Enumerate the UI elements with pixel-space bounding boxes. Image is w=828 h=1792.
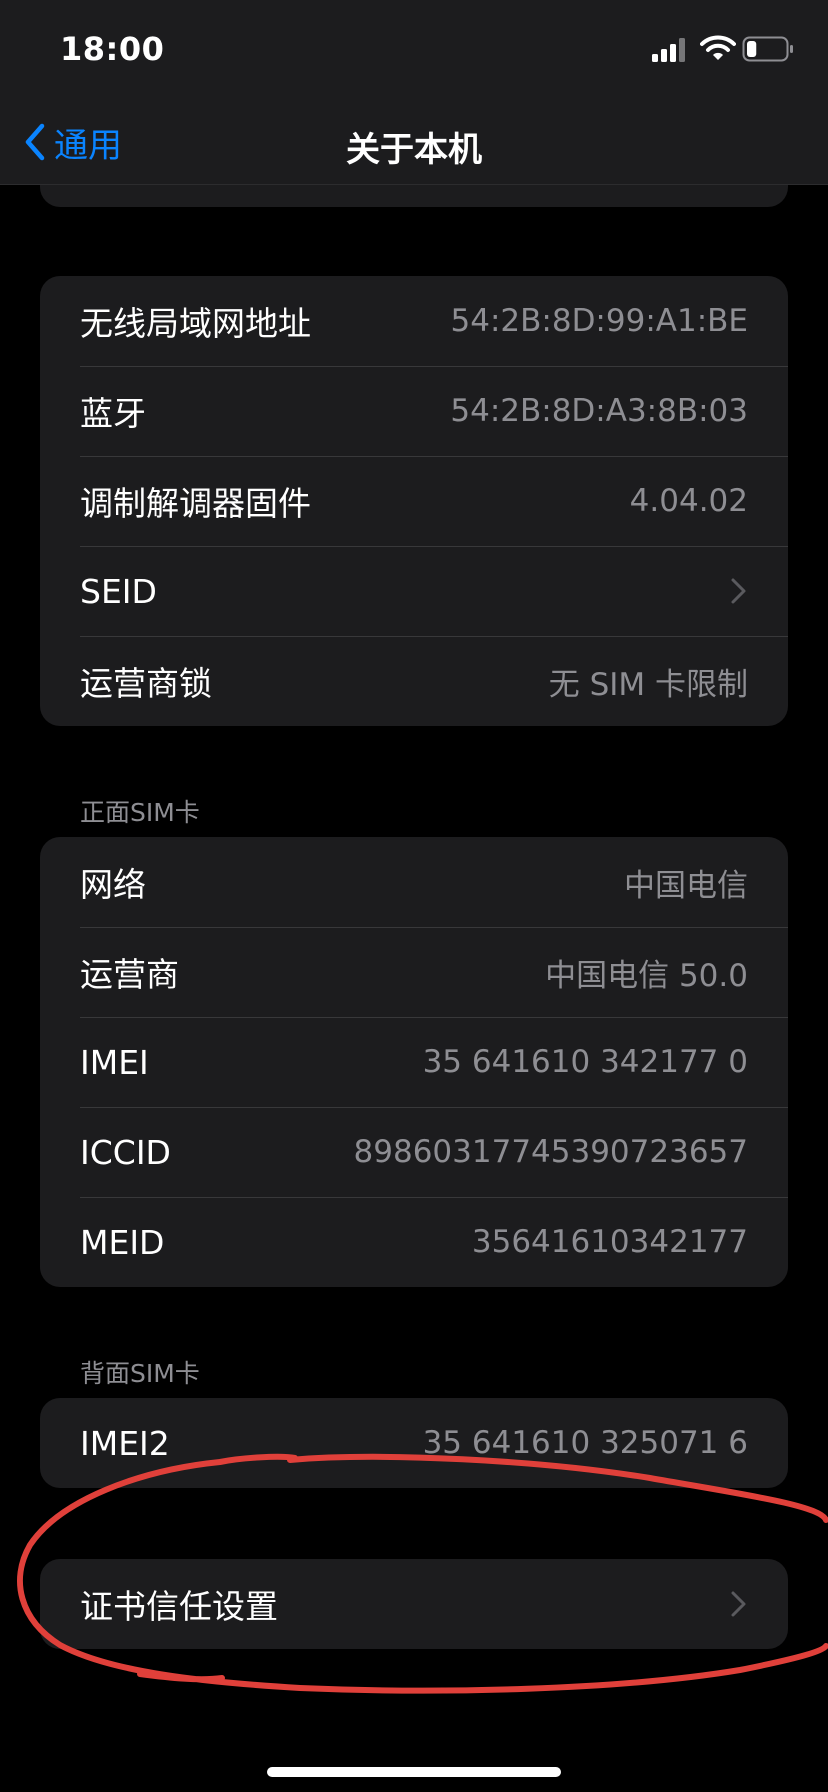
- wifi-icon: [700, 35, 736, 60]
- row-imei: IMEI 35 641610 342177 0: [40, 1017, 788, 1107]
- row-label: SEID: [80, 571, 157, 611]
- row-value: 54:2B:8D:99:A1:BE: [450, 303, 748, 339]
- row-carrier: 运营商 中国电信 50.0: [40, 927, 788, 1017]
- row-seid[interactable]: SEID: [40, 546, 788, 636]
- front-sim-group: 网络 中国电信 运营商 中国电信 50.0 IMEI 35 641610 342…: [40, 837, 788, 1287]
- row-label: 无线局域网地址: [80, 304, 311, 343]
- previous-group-edge: [40, 185, 788, 207]
- row-bluetooth: 蓝牙 54:2B:8D:A3:8B:03: [40, 366, 788, 456]
- row-network: 网络 中国电信: [40, 837, 788, 927]
- section-header-back-sim: 背面SIM卡: [80, 1359, 200, 1388]
- row-label: IMEI2: [80, 1423, 170, 1463]
- chevron-right-icon: [731, 1591, 746, 1617]
- status-bar: 18:00: [0, 0, 828, 100]
- row-value: 中国电信: [624, 867, 748, 904]
- network-info-group: 无线局域网地址 54:2B:8D:99:A1:BE 蓝牙 54:2B:8D:A3…: [40, 276, 788, 726]
- home-indicator[interactable]: [267, 1767, 561, 1777]
- row-meid: MEID 35641610342177: [40, 1197, 788, 1287]
- row-value: 中国电信 50.0: [545, 957, 748, 994]
- row-value: 35 641610 325071 6: [422, 1425, 748, 1461]
- row-label: IMEI: [80, 1042, 149, 1082]
- navigation-bar: 通用 关于本机: [0, 100, 828, 185]
- row-value: 54:2B:8D:A3:8B:03: [450, 393, 748, 429]
- status-time: 18:00: [60, 30, 165, 68]
- row-value: 35 641610 342177 0: [422, 1044, 748, 1080]
- row-label: MEID: [80, 1222, 165, 1262]
- back-sim-group: IMEI2 35 641610 325071 6: [40, 1398, 788, 1488]
- row-value: 89860317745390723657: [353, 1134, 748, 1170]
- row-label: 运营商锁: [80, 664, 212, 703]
- row-label: ICCID: [80, 1132, 171, 1172]
- row-label: 网络: [80, 865, 146, 904]
- section-header-front-sim: 正面SIM卡: [80, 798, 200, 827]
- row-label: 运营商: [80, 955, 179, 994]
- row-label: 调制解调器固件: [80, 484, 311, 523]
- row-value: 35641610342177: [471, 1224, 748, 1260]
- row-modem-firmware: 调制解调器固件 4.04.02: [40, 456, 788, 546]
- row-value: 无 SIM 卡限制: [548, 666, 748, 703]
- battery-icon: [742, 36, 793, 62]
- row-iccid: ICCID 89860317745390723657: [40, 1107, 788, 1197]
- certificate-group: 证书信任设置: [40, 1559, 788, 1649]
- row-wifi-address: 无线局域网地址 54:2B:8D:99:A1:BE: [40, 276, 788, 366]
- row-carrier-lock: 运营商锁 无 SIM 卡限制: [40, 636, 788, 726]
- row-label: 证书信任设置: [80, 1587, 278, 1626]
- row-imei2: IMEI2 35 641610 325071 6: [40, 1398, 788, 1488]
- page-title: 关于本机: [346, 130, 482, 170]
- row-certificate-trust-settings[interactable]: 证书信任设置: [40, 1559, 788, 1649]
- chevron-right-icon: [731, 578, 746, 604]
- cellular-signal-icon: [652, 38, 685, 62]
- row-value: 4.04.02: [629, 483, 748, 519]
- row-label: 蓝牙: [80, 394, 146, 433]
